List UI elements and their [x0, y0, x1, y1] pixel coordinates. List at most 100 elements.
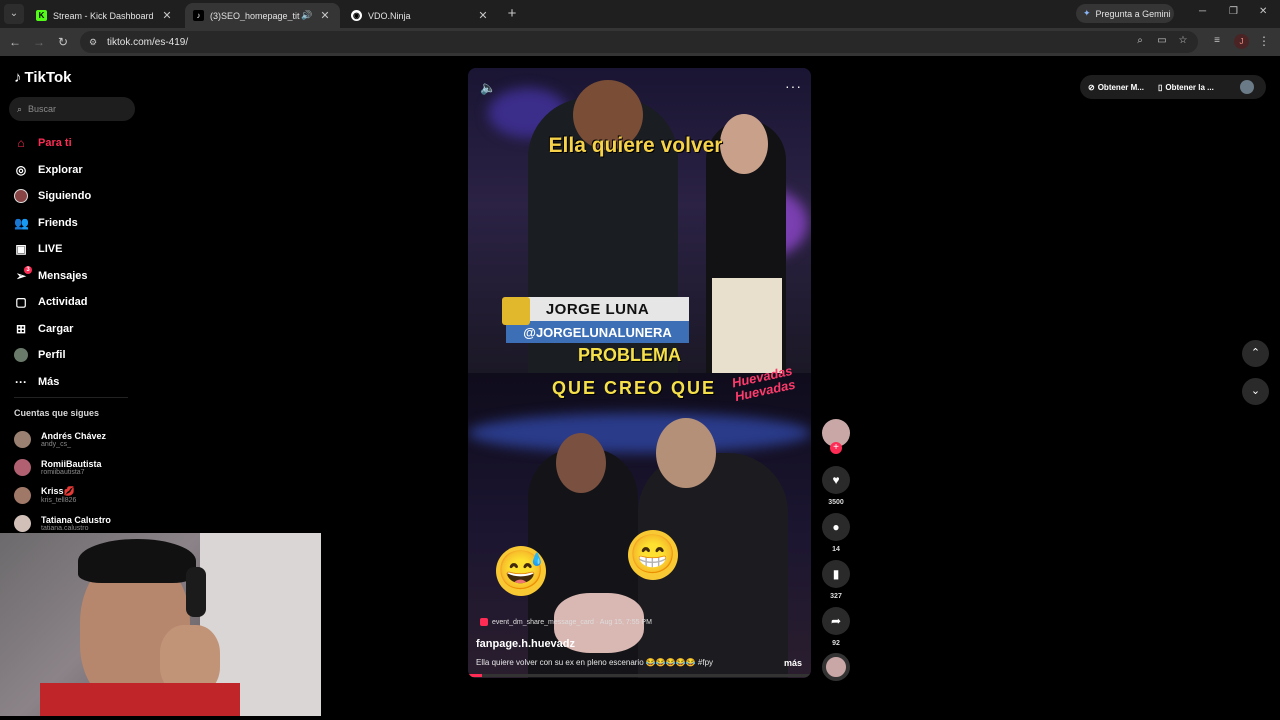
followed-account[interactable]: Andrés Chávez andy_cs_ — [14, 426, 106, 452]
profile-avatar[interactable]: J — [1234, 34, 1249, 49]
sidebar-item-live[interactable]: ▣ LIVE — [14, 236, 134, 263]
sidebar-item-label: LIVE — [38, 243, 63, 256]
sidebar-item-perfil[interactable]: Perfil — [14, 342, 134, 369]
zoom-icon[interactable]: ⌕ — [1133, 34, 1147, 48]
new-tab-plus-icon[interactable]: + — [503, 5, 521, 23]
chrome-menu-icon[interactable]: ⋮ — [1258, 34, 1270, 48]
restore-icon[interactable]: ❐ — [1229, 6, 1238, 17]
live-icon: ▣ — [15, 242, 27, 257]
music-disc-avatar[interactable] — [822, 653, 850, 681]
gemini-label: Pregunta a Gemini — [1095, 8, 1171, 19]
tiktok-note-icon: ♪ — [14, 69, 22, 86]
avatar — [14, 486, 31, 504]
reading-list-icon[interactable]: ≡ — [1210, 34, 1224, 48]
like-action[interactable]: ♥ 3500 — [822, 466, 850, 506]
tiktok-logo[interactable]: ♪ TikTok — [14, 69, 71, 86]
bookmark-star-icon[interactable]: ☆ — [1176, 34, 1190, 48]
vdo-ninja-favicon-icon: ◉ — [351, 10, 362, 21]
lower-third-name: JORGE LUNA — [506, 297, 689, 321]
save-action[interactable]: ▮ 327 — [822, 560, 850, 600]
lower-third-handle: @JORGELUNALUNERA — [506, 321, 689, 343]
get-app-button[interactable]: ▯ Obtener la ... — [1158, 83, 1214, 92]
sidebar-item-label: Actividad — [38, 296, 88, 309]
followed-account[interactable]: Kriss💋 kris_tell826 — [14, 482, 76, 508]
speaker-icon[interactable]: 🔊 — [300, 10, 314, 21]
video-player[interactable]: Ella quiere volver JORGE LUNA @JORGELUNA… — [468, 68, 811, 678]
video-top-scene: Ella quiere volver JORGE LUNA @JORGELUNA… — [468, 68, 811, 373]
minimize-icon[interactable]: ─ — [1199, 6, 1206, 17]
gemini-sparkle-icon: ✦ — [1083, 8, 1091, 18]
close-window-icon[interactable]: ✕ — [1259, 6, 1267, 17]
tab-title: Stream - Kick Dashboard — [53, 10, 154, 21]
cast-icon[interactable]: ▭ — [1155, 34, 1169, 48]
avatar — [14, 430, 31, 448]
video-progress-bar[interactable] — [468, 674, 811, 677]
show-logo-icon — [502, 297, 530, 325]
user-avatar[interactable] — [1240, 80, 1254, 94]
close-tab-icon[interactable]: ✕ — [160, 9, 174, 22]
sidebar-item-label: Siguiendo — [38, 190, 92, 203]
next-video-chevron-down-icon[interactable]: ⌄ — [1242, 378, 1269, 405]
close-tab-icon[interactable]: ✕ — [476, 9, 490, 22]
address-bar[interactable]: ⚙ tiktok.com/es-419/ — [80, 31, 1198, 53]
reload-icon[interactable]: ↻ — [55, 34, 71, 50]
more-options-icon[interactable]: ··· — [785, 78, 802, 94]
sidebar-nav: ⌂ Para ti ◎ Explorar Siguiendo 👥 Friends… — [14, 130, 134, 395]
sidebar-item-friends[interactable]: 👥 Friends — [14, 210, 134, 237]
browser-toolbar: ← → ↻ ⚙ tiktok.com/es-419/ ⌕ ▭ ☆ ≡ J ⋮ — [0, 28, 1280, 56]
get-coins-button[interactable]: ⊘ Obtener M... — [1088, 83, 1144, 92]
sidebar-divider — [14, 397, 128, 398]
video-author[interactable]: fanpage.h.huevadz — [476, 638, 575, 650]
comment-count: 14 — [832, 546, 840, 553]
bookmark-icon[interactable]: ▮ — [822, 560, 850, 588]
kick-favicon-icon: K — [36, 10, 47, 21]
sidebar-item-actividad[interactable]: ▢ Actividad — [14, 289, 134, 316]
streamer-hair — [78, 539, 196, 583]
avatar — [14, 514, 31, 532]
sidebar-item-cargar[interactable]: ⊞ Cargar — [14, 316, 134, 343]
close-tab-icon[interactable]: ✕ — [318, 9, 332, 22]
browser-tab-strip: ⌄ K Stream - Kick Dashboard ✕ ♪ (3)SEO_h… — [0, 0, 1280, 28]
save-count: 327 — [830, 593, 842, 600]
sidebar-item-mas[interactable]: ··· Más — [14, 369, 134, 396]
get-app-label: Obtener la ... — [1165, 82, 1214, 92]
forward-arrow-icon[interactable]: → — [31, 34, 47, 50]
tab-vdo-ninja[interactable]: ◉ VDO.Ninja ✕ — [343, 3, 498, 28]
tab-kick-dashboard[interactable]: K Stream - Kick Dashboard ✕ — [28, 3, 182, 28]
heart-icon[interactable]: ♥ — [822, 466, 850, 494]
sidebar-item-explorar[interactable]: ◎ Explorar — [14, 157, 134, 184]
account-name: RomiiBautista — [41, 458, 102, 469]
follow-plus-icon[interactable]: + — [830, 442, 842, 454]
sidebar-item-label: Friends — [38, 216, 78, 229]
search-icon: ⌕ — [17, 103, 23, 114]
comment-icon[interactable]: ● — [822, 513, 850, 541]
tab-tiktok[interactable]: ♪ (3)SEO_homepage_title 🔊 ✕ — [185, 3, 340, 28]
gemini-button[interactable]: ✦ Pregunta a Gemini — [1076, 4, 1174, 23]
back-arrow-icon[interactable]: ← — [7, 34, 23, 50]
top-right-actions: ⊘ Obtener M... ▯ Obtener la ... — [1080, 75, 1266, 99]
get-coins-label: Obtener M... — [1097, 82, 1144, 92]
search-input[interactable]: ⌕ Buscar — [9, 97, 135, 121]
sidebar-item-label: Más — [38, 375, 60, 388]
volume-icon[interactable]: 🔈 — [480, 80, 496, 96]
following-avatar-icon — [14, 189, 28, 204]
search-placeholder: Buscar — [28, 104, 57, 114]
share-arrow-icon[interactable]: ➦ — [822, 607, 850, 635]
home-icon: ⌂ — [17, 136, 25, 151]
site-info-icon[interactable]: ⚙ — [89, 37, 99, 47]
video-meta-tag: event_dm_share_message_card · Aug 15, 7:… — [480, 618, 652, 626]
sidebar-item-siguiendo[interactable]: Siguiendo — [14, 183, 134, 210]
sidebar-item-mensajes[interactable]: ➢ 3 Mensajes — [14, 263, 134, 290]
tab-search-chevron-icon[interactable]: ⌄ — [4, 4, 24, 24]
followed-account[interactable]: RomiiBautista romiibautista7 — [14, 454, 102, 480]
video-caption-top: Ella quiere volver — [548, 134, 723, 157]
previous-video-chevron-up-icon[interactable]: ⌃ — [1242, 340, 1269, 367]
description-more-link[interactable]: más — [784, 658, 802, 668]
comment-action[interactable]: ● 14 — [822, 513, 850, 553]
video-caption-mid: PROBLEMA — [578, 345, 681, 365]
sidebar-item-label: Para ti — [38, 137, 72, 150]
lower-third: JORGE LUNA @JORGELUNALUNERA — [502, 297, 689, 343]
sidebar-item-label: Explorar — [38, 163, 83, 176]
share-action[interactable]: ➦ 92 — [822, 607, 850, 647]
sidebar-item-para-ti[interactable]: ⌂ Para ti — [14, 130, 134, 157]
